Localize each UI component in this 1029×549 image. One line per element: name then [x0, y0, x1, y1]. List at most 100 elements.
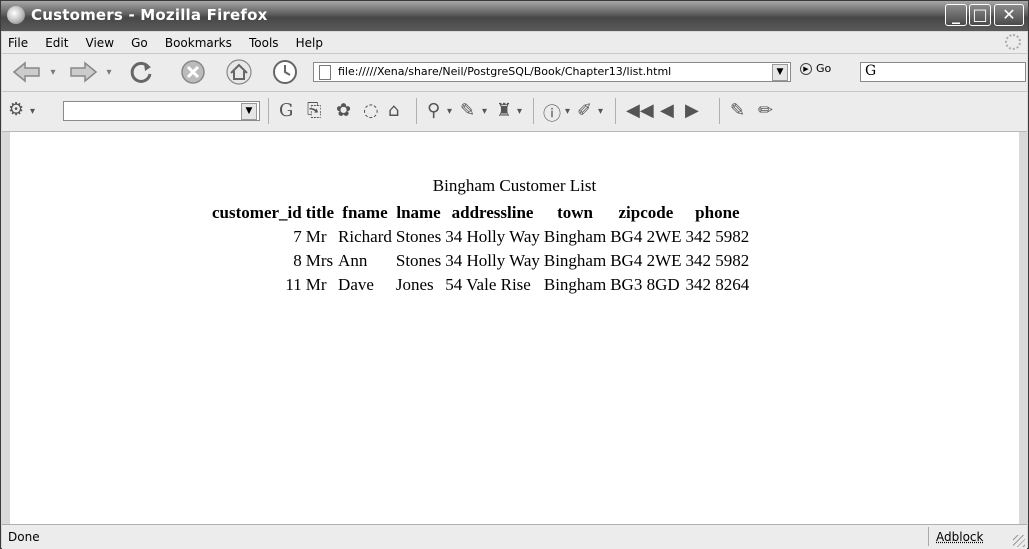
maximize-button[interactable]: □: [969, 4, 991, 26]
table-cell: 342 8264: [685, 275, 750, 294]
menu-file[interactable]: File: [2, 33, 34, 50]
menu-bookmarks[interactable]: Bookmarks: [159, 33, 238, 50]
page-content: Bingham Customer List customer_id title …: [10, 132, 1019, 524]
page-search-icon[interactable]: ⎘: [307, 100, 321, 121]
page-title: Bingham Customer List: [432, 176, 597, 195]
back-arrow-icon: [12, 61, 40, 83]
edit-dropdown[interactable]: ▾: [598, 106, 603, 117]
cap-dropdown[interactable]: ▾: [517, 106, 522, 117]
table-row: 7 Mr Richard Stones 34 Holly Way Bingham…: [211, 226, 750, 248]
google-menu-dropdown[interactable]: ▾: [30, 106, 35, 117]
go-button[interactable]: ▶ Go: [800, 62, 831, 75]
menu-bar: File Edit View Go Bookmarks Tools Help: [2, 32, 1027, 54]
highlighter-icon[interactable]: ✎: [460, 100, 475, 121]
column-header: phone: [695, 203, 740, 222]
edit-page-icon[interactable]: ✐: [577, 100, 592, 121]
url-dropdown-icon[interactable]: ▼: [772, 64, 788, 81]
zoom-dropdown[interactable]: ▾: [447, 106, 452, 117]
menu-help[interactable]: Help: [290, 33, 329, 50]
reload-button[interactable]: [126, 59, 156, 85]
history-button[interactable]: [270, 59, 300, 85]
table-cell: 34 Holly Way: [445, 251, 540, 270]
table-cell: 342 5982: [685, 251, 750, 270]
google-g-icon[interactable]: G: [865, 63, 876, 79]
url-input[interactable]: file://///Xena/share/Neil/PostgreSQL/Boo…: [338, 65, 671, 78]
popup-blocker-icon[interactable]: ✿: [336, 100, 351, 121]
table-cell: Bingham: [543, 275, 607, 294]
stop-button[interactable]: [178, 59, 208, 85]
next-icon[interactable]: ▶: [685, 100, 699, 121]
book-icon[interactable]: ⌂: [388, 100, 399, 121]
minimize-button[interactable]: _: [945, 4, 967, 26]
page-icon: [319, 65, 331, 80]
zoom-icon[interactable]: ⚲: [427, 100, 440, 121]
table-cell: 34 Holly Way: [445, 227, 540, 246]
table-cell: BG4 2WE: [610, 251, 682, 270]
toolbar-separator: [268, 98, 269, 124]
home-button[interactable]: [224, 59, 254, 85]
google-search-icon[interactable]: G: [279, 100, 293, 121]
google-menu-icon[interactable]: ⚙: [8, 99, 24, 120]
status-separator: [928, 527, 929, 546]
toolbar-separator: [615, 98, 616, 124]
table-cell: Dave: [338, 275, 374, 294]
table-cell: Stones: [395, 251, 442, 270]
back-dropdown[interactable]: ▾: [46, 59, 60, 85]
menu-edit[interactable]: Edit: [39, 33, 74, 50]
firefox-icon[interactable]: [7, 6, 25, 24]
pen-icon[interactable]: ✏: [758, 100, 773, 121]
table-cell: Bingham: [543, 251, 607, 270]
search-box[interactable]: G: [860, 62, 1026, 82]
menu-go[interactable]: Go: [125, 33, 154, 50]
close-button[interactable]: ✕: [994, 4, 1024, 26]
add-highlight-icon[interactable]: ✎: [730, 100, 745, 121]
google-search-dropdown-icon[interactable]: ▼: [241, 103, 257, 120]
forward-button[interactable]: [66, 59, 100, 85]
table-cell: BG4 2WE: [610, 227, 682, 246]
highlighter-dropdown[interactable]: ▾: [482, 106, 487, 117]
status-text: Done: [8, 530, 40, 544]
previous-icon[interactable]: ◀: [660, 100, 674, 121]
adblock-button[interactable]: Adblock: [936, 530, 983, 544]
info-dropdown[interactable]: ▾: [565, 106, 570, 117]
menu-tools[interactable]: Tools: [243, 33, 285, 50]
table-row: 11 Mr Dave Jones 54 Vale Rise Bingham BG…: [211, 274, 750, 296]
google-search-field[interactable]: ▼: [63, 101, 260, 121]
table-cell: 11: [285, 275, 302, 294]
title-bar[interactable]: Customers - Mozilla Firefox _ □ ✕: [1, 1, 1028, 31]
home-icon: [226, 59, 252, 85]
menu-view[interactable]: View: [80, 33, 120, 50]
google-toolbar: ⚙ ▾ ▼ G ⎘ ✿ ◌ ⌂ ⚲ ▾ ✎ ▾ ♜ ▾ ⓘ ▾ ✐ ▾ ◀◀ ◀…: [2, 92, 1027, 132]
window-title: Customers - Mozilla Firefox: [31, 6, 268, 24]
url-bar[interactable]: file://///Xena/share/Neil/PostgreSQL/Boo…: [313, 62, 791, 82]
stop-icon: [181, 60, 205, 84]
throbber-icon: [1005, 34, 1021, 50]
column-header: town: [557, 203, 593, 222]
table-row: 8 Mrs Ann Stones 34 Holly Way Bingham BG…: [211, 250, 750, 272]
table-cell: 7: [293, 227, 302, 246]
info-icon[interactable]: ⓘ: [543, 100, 561, 126]
rewind-icon[interactable]: ◀◀: [626, 100, 654, 121]
table-cell: 8: [293, 251, 302, 270]
resize-grip-icon[interactable]: [1013, 535, 1025, 547]
toolbar-separator: [533, 98, 534, 124]
back-button[interactable]: [10, 59, 44, 85]
column-header: zipcode: [618, 203, 674, 222]
forward-arrow-icon: [70, 61, 98, 83]
toolbar-separator: [719, 98, 720, 124]
table-cell: Jones: [395, 275, 434, 294]
table-cell: Mr: [305, 275, 327, 294]
clock-icon: [273, 60, 297, 84]
column-header: fname: [342, 203, 388, 222]
reload-icon: [130, 61, 152, 83]
table-cell: Ann: [338, 251, 368, 270]
table-cell: Mr: [305, 227, 327, 246]
status-bar: Done Adblock: [2, 524, 1027, 549]
graduation-cap-icon[interactable]: ♜: [496, 100, 512, 121]
table-cell: 54 Vale Rise: [445, 275, 531, 294]
navigation-toolbar: ▾ ▾ file://///Xena/share/Neil/PostgreSQL…: [2, 54, 1027, 92]
scrollbar-gutter: [1019, 132, 1028, 524]
column-header: customer_id: [212, 203, 302, 222]
speech-bubble-icon[interactable]: ◌: [363, 100, 379, 121]
forward-dropdown[interactable]: ▾: [102, 59, 116, 85]
